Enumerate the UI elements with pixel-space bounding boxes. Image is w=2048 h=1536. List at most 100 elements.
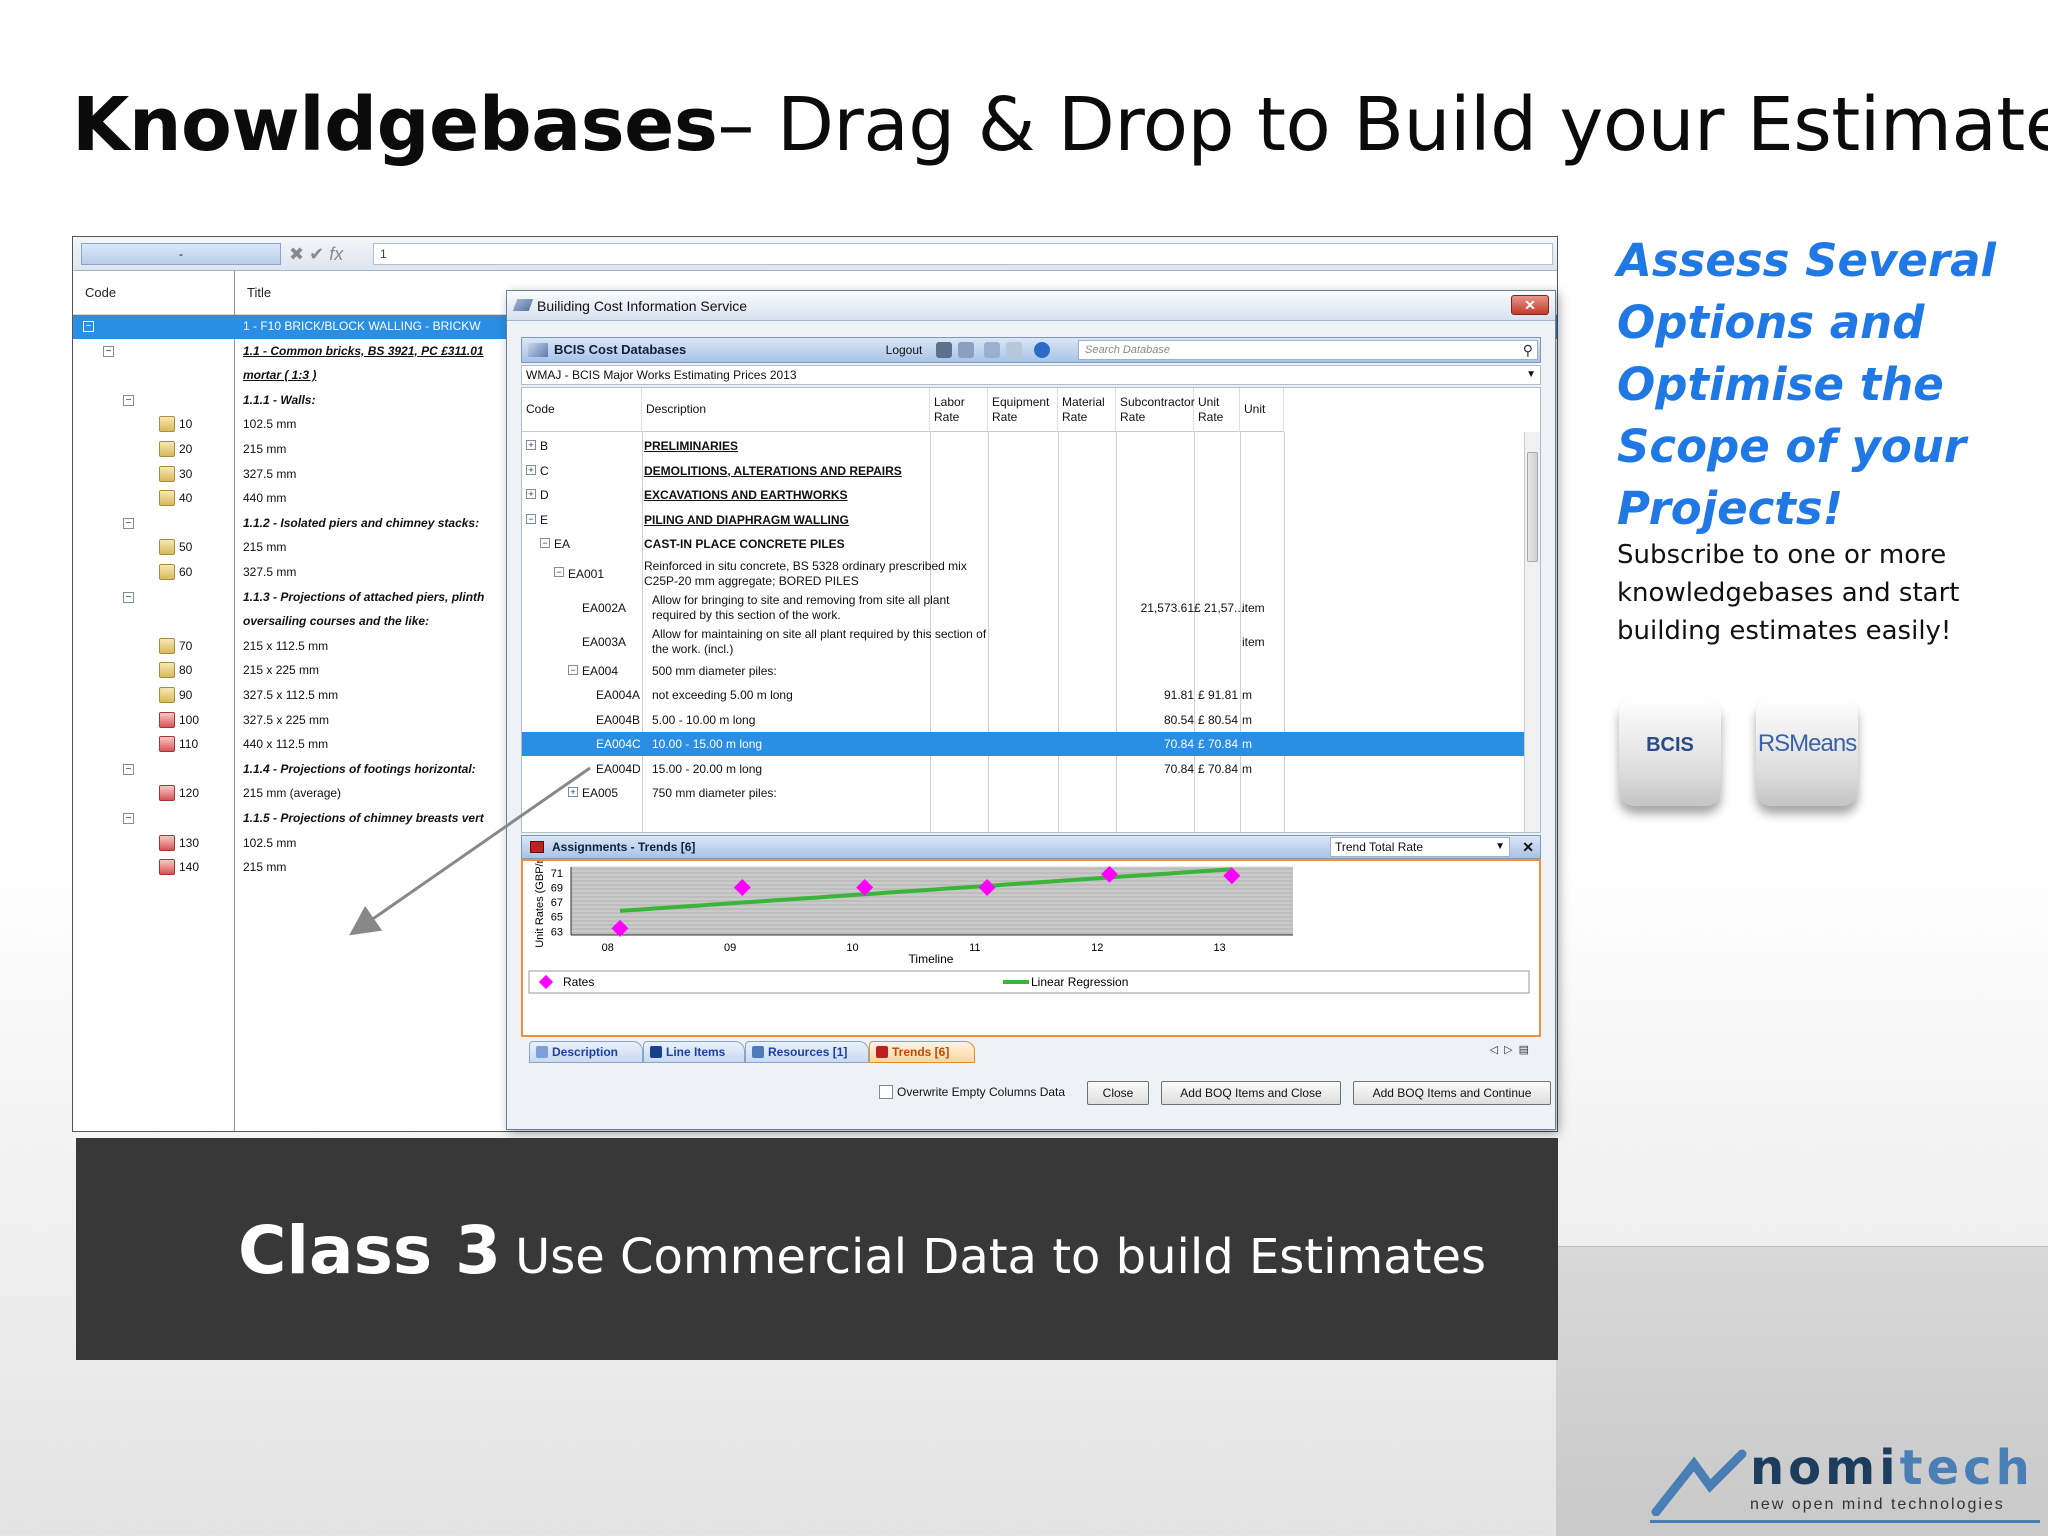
move-down-icon[interactable] [1006, 342, 1022, 358]
trend-type-select[interactable]: Trend Total Rate ▼ [1330, 837, 1510, 857]
cost-row-code: EA004 [582, 663, 619, 678]
tab-navigation: ◁▷▤ [1490, 1043, 1535, 1056]
nomitech-tagline: new open mind technologies [1750, 1496, 2005, 1513]
cost-row-description: 500 mm diameter piles: [652, 663, 777, 678]
overwrite-checkbox[interactable] [879, 1085, 893, 1099]
header-code[interactable]: Code [522, 388, 642, 432]
grid-row-title: 102.5 mm [243, 417, 297, 432]
collapse-toggle-icon[interactable]: − [103, 345, 114, 357]
cost-row[interactable]: EA004D 15.00 - 20.00 m long 70.84 £ 70.84 m [522, 757, 1524, 781]
grid-row-code: 120 [179, 786, 200, 801]
grid-row-title: 1.1.1 - Walls: [243, 392, 316, 407]
cost-row[interactable]: EA004B 5.00 - 10.00 m long 80.54 £ 80.54 m [522, 708, 1524, 732]
tab-line-items[interactable]: Line Items [643, 1041, 745, 1063]
header-labor-rate[interactable]: Labor Rate [930, 388, 988, 432]
tab-description[interactable]: Description [529, 1041, 643, 1063]
collapse-icon[interactable]: − [540, 538, 550, 548]
tab-resources[interactable]: Resources [1] [745, 1041, 869, 1063]
notes-icon[interactable] [958, 342, 974, 358]
expand-icon[interactable]: + [568, 787, 578, 797]
cost-row[interactable]: EA004A not exceeding 5.00 m long 91.81 £ 91… [522, 683, 1524, 707]
document-icon [536, 1046, 548, 1058]
item-icon [159, 441, 175, 457]
search-icon[interactable]: ⚲ [1523, 341, 1533, 359]
header-unit[interactable]: Unit [1240, 388, 1284, 432]
cost-row-unit-rate: £ 21,57... [1194, 600, 1245, 615]
confirm-icon[interactable]: ✔ [309, 244, 324, 264]
cost-row[interactable]: EA004C 10.00 - 15.00 m long 70.84 £ 70.84 m [522, 732, 1524, 756]
add-boq-close-button[interactable]: Add BOQ Items and Close [1161, 1081, 1341, 1105]
cost-row[interactable]: + EA005 750 mm diameter piles: [522, 781, 1524, 805]
vertical-scrollbar[interactable] [1524, 432, 1540, 832]
close-icon[interactable]: ✕ [1522, 836, 1534, 858]
cost-row[interactable]: − EA004 500 mm diameter piles: [522, 659, 1524, 683]
collapse-toggle-icon[interactable]: − [123, 591, 134, 603]
cost-row[interactable]: + C DEMOLITIONS, ALTERATIONS AND REPAIRS [522, 459, 1524, 483]
item-icon [159, 785, 175, 802]
tab-next-icon[interactable]: ▷ [1504, 1044, 1518, 1056]
overwrite-label: Overwrite Empty Columns Data [897, 1085, 1066, 1099]
fx-icon[interactable]: fx [329, 244, 343, 264]
expand-icon[interactable]: + [526, 440, 536, 450]
chevron-down-icon[interactable]: ▼ [1495, 838, 1505, 856]
collapse-icon[interactable]: − [568, 664, 578, 675]
chart-icon [530, 841, 544, 853]
formula-input[interactable]: 1 [373, 243, 1553, 265]
collapse-toggle-icon[interactable]: − [123, 763, 134, 775]
code-column-header[interactable]: Code [73, 271, 234, 315]
item-icon [159, 490, 175, 507]
cost-row-description-line2: the work. (incl.) [652, 641, 734, 656]
database-select[interactable]: WMAJ - BCIS Major Works Estimating Price… [521, 365, 1541, 385]
cost-row-code: EA004D [596, 761, 641, 776]
header-material-rate[interactable]: Material Rate [1058, 388, 1116, 432]
close-button[interactable]: Close [1087, 1081, 1149, 1105]
cost-row-description: 15.00 - 20.00 m long [652, 761, 763, 776]
grid-row-code: 30 [179, 466, 193, 481]
item-icon [159, 859, 175, 876]
trends-panel-title: Assignments - Trends [6] [552, 840, 696, 854]
collapse-toggle-icon[interactable]: − [123, 813, 134, 824]
class-banner: Class 3 Use Commercial Data to build Esti… [76, 1138, 1558, 1360]
search-input[interactable]: Search Database ⚲ [1078, 340, 1538, 360]
cancel-icon[interactable]: ✖ [289, 244, 304, 264]
header-subcontractor-rate[interactable]: Subcontractor Rate [1116, 388, 1195, 432]
resources-icon [752, 1046, 764, 1058]
item-icon [159, 564, 175, 580]
cost-row[interactable]: − EA001 Reinforced in situ concrete, BS 53… [522, 557, 1524, 591]
cost-row[interactable]: EA003A Allow for maintaining on site all … [522, 625, 1524, 659]
cost-row[interactable]: + B PRELIMINARIES [522, 434, 1524, 458]
cost-row-code: B [540, 439, 549, 453]
collapse-icon[interactable]: − [526, 513, 536, 524]
cost-row[interactable]: + D EXCAVATIONS AND EARTHWORKS [522, 483, 1524, 507]
expand-icon[interactable]: + [526, 464, 536, 475]
expand-icon[interactable]: + [526, 489, 536, 499]
bcis-logo-text: BCIS [1646, 734, 1694, 756]
header-equipment-rate[interactable]: Equipment Rate [988, 388, 1058, 432]
dialog-titlebar[interactable]: Builiding Cost Information Service ✕ [507, 291, 1555, 321]
name-box[interactable]: - [81, 243, 281, 265]
collapse-toggle-icon[interactable]: − [123, 394, 134, 406]
cost-row-description-line2: C25P-20 mm aggregate; BORED PILES [644, 573, 859, 588]
add-boq-continue-button[interactable]: Add BOQ Items and Continue [1353, 1081, 1551, 1105]
tab-trends[interactable]: Trends [6] [869, 1041, 975, 1063]
cost-row[interactable]: EA002A Allow for bringing to site and rem… [522, 591, 1524, 625]
settings-icon[interactable] [936, 342, 952, 358]
chevron-down-icon[interactable]: ▼ [1526, 366, 1536, 384]
scrollbar-thumb[interactable] [1527, 452, 1538, 562]
grid-row-title: 215 x 112.5 mm [243, 638, 329, 653]
tab-prev-icon[interactable]: ◁ [1490, 1044, 1504, 1056]
collapse-icon[interactable]: − [554, 566, 564, 577]
refresh-icon[interactable] [1034, 342, 1050, 358]
header-description[interactable]: Description [642, 388, 930, 432]
cost-row[interactable]: − EA CAST-IN PLACE CONCRETE PILES [522, 532, 1524, 556]
slide-title-bold: Knowldgebases [72, 82, 718, 168]
collapse-toggle-icon[interactable]: − [123, 517, 134, 529]
item-icon [159, 662, 175, 679]
tab-list-icon[interactable]: ▤ [1519, 1044, 1535, 1056]
logout-button[interactable]: Logout [880, 338, 928, 362]
cost-row[interactable]: − E PILING AND DIAPHRAGM WALLING [522, 508, 1524, 532]
collapse-toggle-icon[interactable]: − [83, 321, 94, 332]
move-up-icon[interactable] [984, 342, 1000, 358]
dialog-close-button[interactable]: ✕ [1511, 295, 1549, 315]
header-unit-rate[interactable]: Unit Rate [1194, 388, 1240, 432]
